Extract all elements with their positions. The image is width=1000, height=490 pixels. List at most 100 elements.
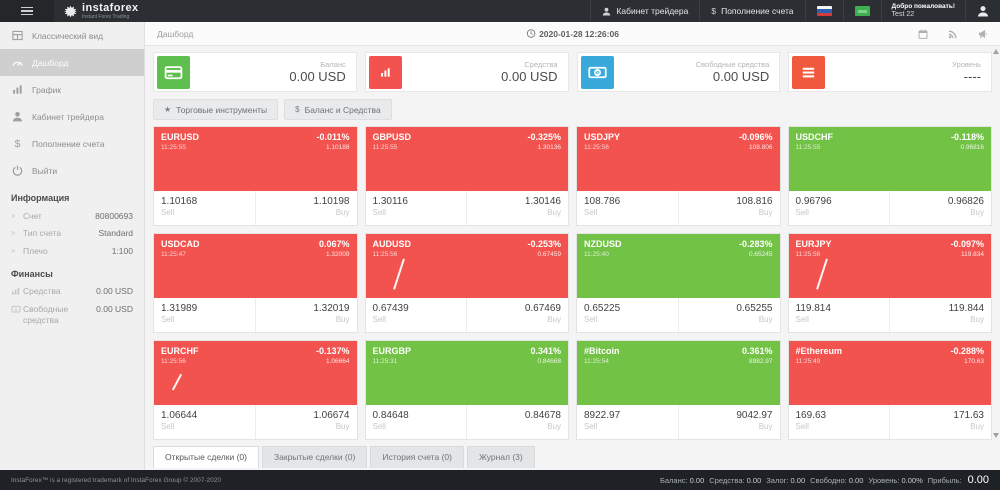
buy-button[interactable]: 1.32019Buy: [255, 298, 357, 332]
sell-button[interactable]: 119.814Sell: [789, 298, 890, 332]
user-menu-button[interactable]: [965, 0, 1000, 22]
sell-button[interactable]: 1.31989Sell: [154, 298, 255, 332]
footer-stat: Уровень: 0.00%: [868, 476, 922, 485]
sell-price: 1.10168: [161, 195, 248, 208]
buy-label: Buy: [474, 315, 561, 325]
sell-button[interactable]: 1.06644Sell: [154, 405, 255, 439]
sell-label: Sell: [161, 208, 248, 218]
buy-button[interactable]: 1.30146Buy: [466, 191, 568, 225]
tile-header[interactable]: #Ethereum11:25:49-0.288%170.63: [789, 341, 992, 405]
buy-price: 0.96826: [897, 195, 984, 208]
tile-header[interactable]: EURUSD11:25:55-0.011%1.10188: [154, 127, 357, 191]
brand-logo[interactable]: instaforex Instant Forex Trading: [54, 0, 149, 22]
tab-journal[interactable]: Журнал (3): [467, 446, 535, 468]
info-value: Standard: [99, 228, 134, 239]
menu-toggle-button[interactable]: [0, 0, 54, 22]
buy-button[interactable]: 9042.97Buy: [678, 405, 780, 439]
tile-time: 11:25:47: [161, 251, 350, 258]
language-russian-button[interactable]: [805, 0, 843, 22]
tab-closed-trades[interactable]: Закрытые сделки (0): [262, 446, 367, 468]
sidebar-item-dashboard[interactable]: Дашборд: [0, 49, 144, 76]
sell-button[interactable]: 1.10168Sell: [154, 191, 255, 225]
tile-eurgbp: EURGBP11:25:310.341%0.846680.84648Sell0.…: [365, 340, 570, 440]
megaphone-icon[interactable]: [978, 29, 988, 39]
sidebar-item-deposit[interactable]: $Пополнение счета: [0, 130, 144, 157]
hamburger-icon: [21, 5, 33, 18]
sell-button[interactable]: 0.67439Sell: [366, 298, 467, 332]
scrollbar-down-arrow[interactable]: [993, 433, 999, 438]
sell-button[interactable]: 0.65225Sell: [577, 298, 678, 332]
footer-stat: Залог: 0.00: [766, 476, 805, 485]
tile-header[interactable]: USDCHF11:25:55-0.118%0.96816: [789, 127, 992, 191]
username: Test 22: [892, 11, 955, 20]
buy-button[interactable]: 0.84678Buy: [466, 405, 568, 439]
deposit-button[interactable]: $ Пополнение счета: [699, 0, 804, 22]
buy-button[interactable]: 0.67469Buy: [466, 298, 568, 332]
scrollbar-up-arrow[interactable]: [993, 49, 999, 54]
breadcrumb-bar: Дашборд 2020-01-28 12:26:06: [145, 22, 1000, 46]
sell-button[interactable]: 0.84648Sell: [366, 405, 467, 439]
brand-name: instaforex: [82, 3, 139, 14]
buy-button[interactable]: 171.63Buy: [889, 405, 991, 439]
buy-price: 1.30146: [474, 195, 561, 208]
balance-funds-button[interactable]: $ Баланс и Средства: [284, 99, 392, 120]
tile-time: 11:25:49: [796, 358, 985, 365]
sidebar-item-classic-view[interactable]: Классический вид: [0, 22, 144, 49]
tile-header[interactable]: EURGBP11:25:310.341%0.84668: [366, 341, 569, 405]
footer-stat-value: 0.00: [791, 476, 806, 485]
tile-header[interactable]: USDJPY11:25:56-0.096%108.806: [577, 127, 780, 191]
tile-header[interactable]: AUDUSD11:25:56-0.253%0.67459: [366, 234, 569, 298]
tab-account-history[interactable]: История счета (0): [370, 446, 464, 468]
chart-mini-icon: [11, 286, 23, 296]
sell-label: Sell: [584, 422, 671, 432]
sell-button[interactable]: 8922.97Sell: [577, 405, 678, 439]
footer-stat-value: 0.00: [747, 476, 762, 485]
deposit-card-button[interactable]: [843, 0, 881, 22]
buy-button[interactable]: 119.844Buy: [889, 298, 991, 332]
rss-icon[interactable]: [948, 29, 958, 39]
tile-header[interactable]: EURCHF11:25:56-0.137%1.06664: [154, 341, 357, 405]
sidebar-item-chart[interactable]: График: [0, 76, 144, 103]
sell-button[interactable]: 0.96796Sell: [789, 191, 890, 225]
trading-instruments-button[interactable]: ★ Торговые инструменты: [153, 99, 278, 120]
trader-cabinet-label: Кабинет трейдера: [616, 6, 688, 16]
buy-price: 1.10198: [263, 195, 350, 208]
footer-stat-label: Свободно:: [810, 476, 847, 485]
sidebar-item-trader-cabinet[interactable]: Кабинет трейдера: [0, 103, 144, 130]
finance-row: $Свободные средства0.00 USD: [0, 301, 144, 329]
trader-cabinet-button[interactable]: Кабинет трейдера: [590, 0, 699, 22]
tile-header[interactable]: NZDUSD11:25:40-0.283%0.65245: [577, 234, 780, 298]
tile-header[interactable]: EURJPY11:25:56-0.097%119.834: [789, 234, 992, 298]
tile-header[interactable]: GBPUSD11:25:55-0.325%1.30136: [366, 127, 569, 191]
buy-button[interactable]: 0.65255Buy: [678, 298, 780, 332]
buy-button[interactable]: 0.96826Buy: [889, 191, 991, 225]
sidebar-item-logout[interactable]: Выйти: [0, 157, 144, 184]
info-value: 1:100: [112, 246, 133, 257]
sparkline: [172, 374, 182, 391]
sell-label: Sell: [584, 208, 671, 218]
sidebar-item-label: Пополнение счета: [32, 139, 104, 149]
tile-prices: 0.65225Sell0.65255Buy: [577, 298, 780, 332]
tile-prices: 0.67439Sell0.67469Buy: [366, 298, 569, 332]
info-row: »Тип счетаStandard: [0, 225, 144, 243]
footer-stat: Баланс: 0.00: [660, 476, 704, 485]
sell-button[interactable]: 169.63Sell: [789, 405, 890, 439]
sidebar-finance-header: Финансы: [0, 260, 144, 283]
tile-time: 11:25:56: [796, 251, 985, 258]
finance-value: 0.00 USD: [96, 304, 133, 315]
sell-button[interactable]: 1.30116Sell: [366, 191, 467, 225]
tile-change-percent: -0.097%: [950, 239, 984, 249]
buy-button[interactable]: 108.816Buy: [678, 191, 780, 225]
tab-open-trades[interactable]: Открытые сделки (0): [153, 446, 259, 468]
sell-button[interactable]: 108.786Sell: [577, 191, 678, 225]
buy-button[interactable]: 1.10198Buy: [255, 191, 357, 225]
sell-price: 0.84648: [373, 409, 460, 422]
tile-header[interactable]: USDCAD11:25:470.067%1.32009: [154, 234, 357, 298]
buy-button[interactable]: 1.06674Buy: [255, 405, 357, 439]
menu-icon: [792, 56, 825, 89]
sell-label: Sell: [161, 422, 248, 432]
tile-header[interactable]: #Bitcoin11:25:540.361%8982.97: [577, 341, 780, 405]
calendar-icon[interactable]: [918, 29, 928, 39]
instaforex-dashboard: instaforex Instant Forex Trading Кабинет…: [0, 0, 1000, 490]
buy-price: 1.06674: [263, 409, 350, 422]
